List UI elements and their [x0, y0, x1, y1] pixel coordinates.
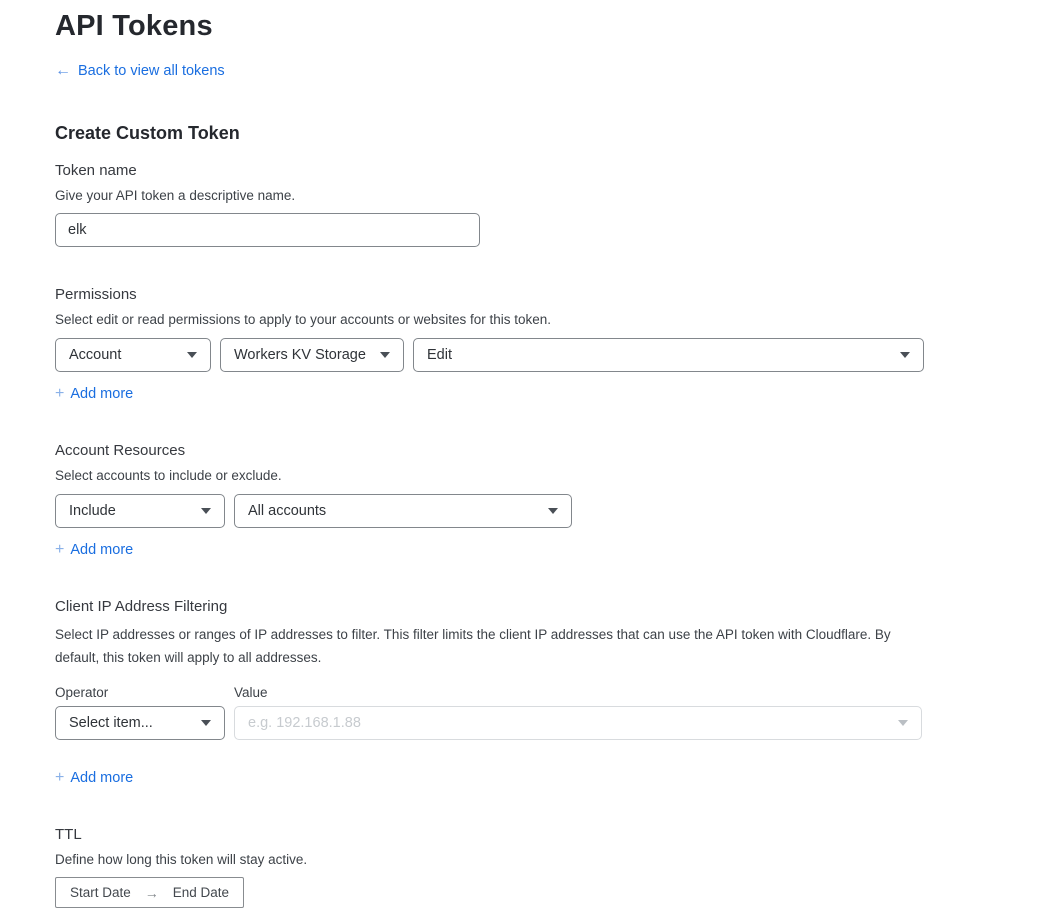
permissions-label: Permissions: [55, 286, 988, 304]
account-resources-help: Select accounts to include or exclude.: [55, 467, 988, 484]
account-list-select[interactable]: All accounts: [234, 494, 572, 528]
permission-access-value: Edit: [427, 347, 452, 363]
ip-value-combobox[interactable]: [234, 706, 922, 740]
account-resources-section: Account Resources Select accounts to inc…: [55, 442, 988, 559]
permission-resource-value: Workers KV Storage: [234, 347, 366, 363]
account-include-value: Include: [69, 503, 116, 519]
add-account-resource-link[interactable]: + Add more: [55, 542, 133, 558]
start-date-field[interactable]: Start Date: [70, 885, 131, 900]
permission-scope-value: Account: [69, 347, 121, 363]
token-name-label: Token name: [55, 162, 988, 180]
account-list-value: All accounts: [248, 503, 326, 519]
permissions-help: Select edit or read permissions to apply…: [55, 311, 988, 328]
add-account-resource-label: Add more: [70, 542, 133, 558]
permission-scope-select[interactable]: Account: [55, 338, 211, 372]
ip-operator-select[interactable]: Select item...: [55, 706, 225, 740]
back-link-label: Back to view all tokens: [78, 63, 225, 79]
plus-icon: +: [55, 387, 64, 401]
chevron-down-icon: [900, 352, 910, 358]
permission-resource-select[interactable]: Workers KV Storage: [220, 338, 404, 372]
ip-filtering-row: Select item...: [55, 706, 988, 740]
account-resources-label: Account Resources: [55, 442, 988, 460]
back-arrow-icon: ←: [55, 64, 71, 78]
ip-filtering-section: Client IP Address Filtering Select IP ad…: [55, 598, 988, 787]
add-permission-link[interactable]: + Add more: [55, 386, 133, 402]
plus-icon: +: [55, 543, 64, 557]
ttl-date-range-picker[interactable]: Start Date → End Date: [55, 877, 244, 908]
ttl-label: TTL: [55, 826, 988, 844]
plus-icon: +: [55, 771, 64, 785]
account-resources-row: Include All accounts: [55, 494, 988, 528]
permissions-section: Permissions Select edit or read permissi…: [55, 286, 988, 403]
ttl-section: TTL Define how long this token will stay…: [55, 826, 988, 908]
permissions-row: Account Workers KV Storage Edit: [55, 338, 988, 372]
token-name-input[interactable]: [55, 213, 480, 247]
end-date-field[interactable]: End Date: [173, 885, 229, 900]
create-custom-token-heading: Create Custom Token: [55, 123, 988, 143]
token-name-help: Give your API token a descriptive name.: [55, 187, 988, 204]
ip-filtering-label: Client IP Address Filtering: [55, 598, 988, 616]
chevron-down-icon: [380, 352, 390, 358]
ip-field-labels-row: Operator Value: [55, 685, 988, 700]
ip-value-input[interactable]: [248, 707, 890, 739]
chevron-down-icon: [201, 508, 211, 514]
account-include-select[interactable]: Include: [55, 494, 225, 528]
add-permission-label: Add more: [70, 386, 133, 402]
ip-value-label: Value: [234, 685, 268, 700]
ip-operator-value: Select item...: [69, 715, 153, 731]
permission-access-select[interactable]: Edit: [413, 338, 924, 372]
api-tokens-page: API Tokens ← Back to view all tokens Cre…: [0, 0, 1043, 908]
add-ip-filter-link[interactable]: + Add more: [55, 770, 133, 786]
chevron-down-icon: [201, 720, 211, 726]
chevron-down-icon: [548, 508, 558, 514]
ttl-help: Define how long this token will stay act…: [55, 851, 988, 868]
page-title: API Tokens: [55, 10, 988, 42]
chevron-down-icon: [898, 720, 908, 726]
ip-filtering-help: Select IP addresses or ranges of IP addr…: [55, 623, 911, 669]
back-to-tokens-link[interactable]: ← Back to view all tokens: [55, 63, 225, 79]
add-ip-filter-label: Add more: [70, 770, 133, 786]
arrow-right-icon: →: [145, 885, 159, 901]
chevron-down-icon: [187, 352, 197, 358]
token-name-section: Token name Give your API token a descrip…: [55, 162, 988, 247]
ip-operator-label: Operator: [55, 685, 225, 700]
